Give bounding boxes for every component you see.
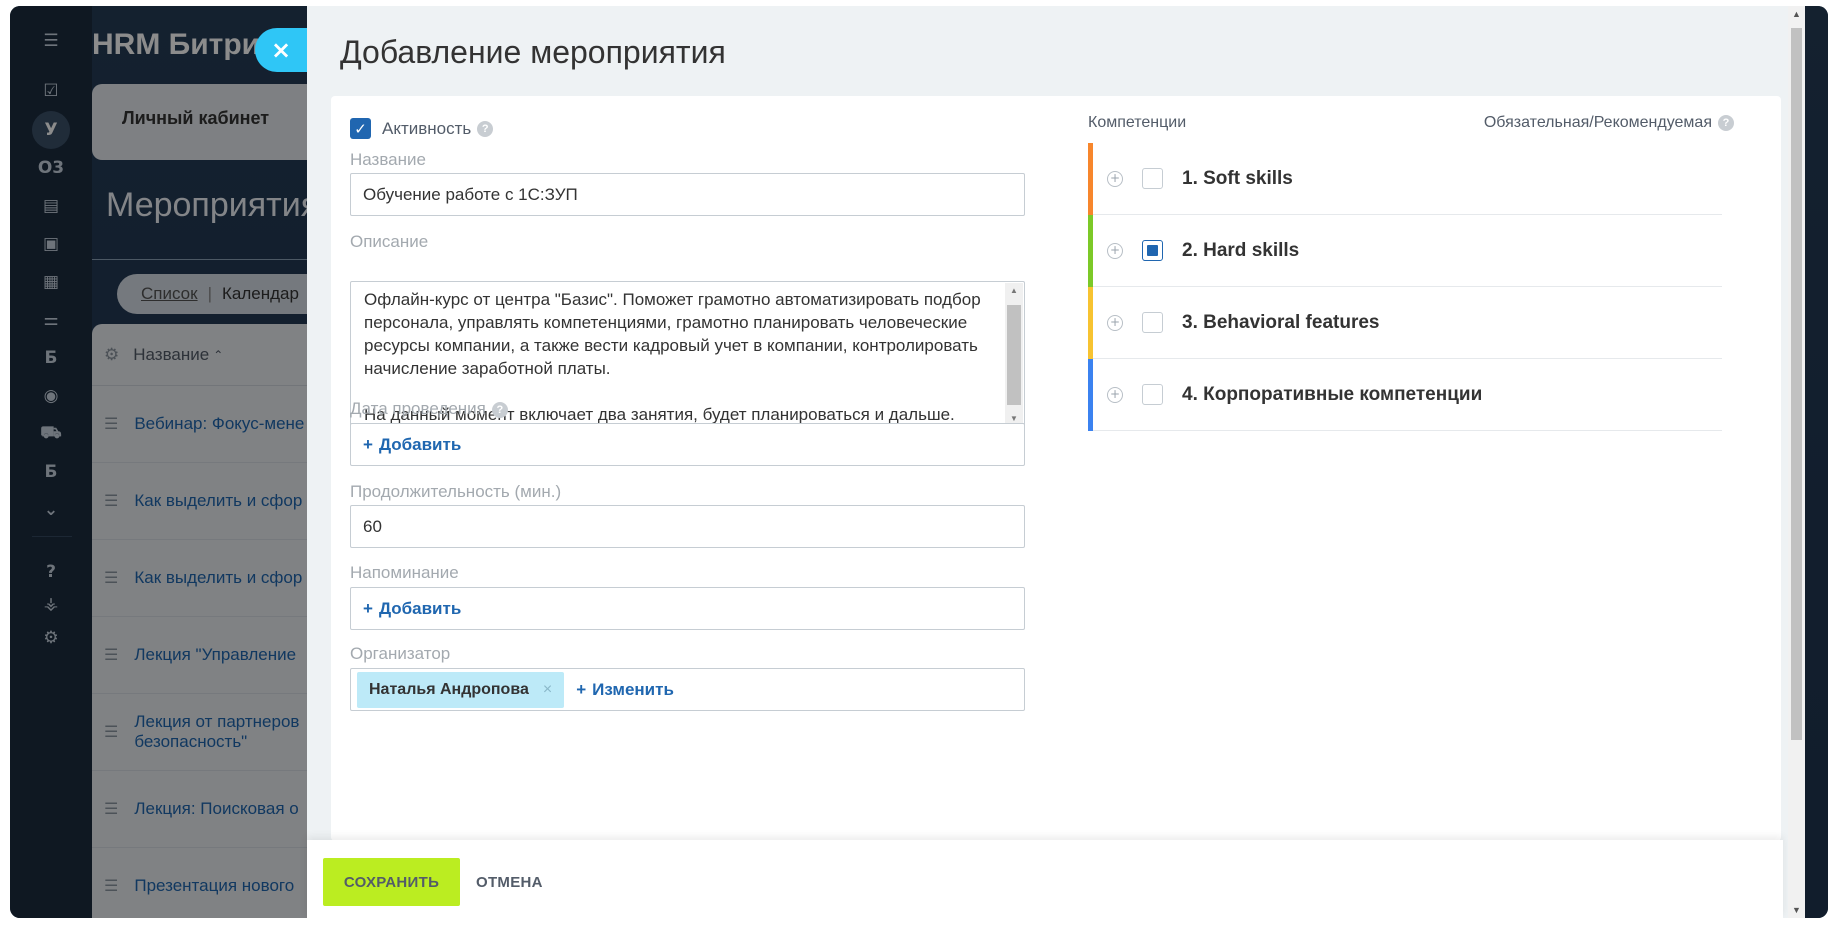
scroll-up-arrow[interactable]: ▲ [1788,6,1805,22]
scroll-thumb[interactable] [1791,28,1802,740]
competency-row[interactable]: + 2. Hard skills [1088,215,1722,287]
scroll-thumb[interactable] [1007,305,1021,405]
plus-icon: + [576,679,587,699]
organizer-change-link[interactable]: + Изменить [576,680,674,700]
activity-label: Активность [382,118,472,138]
competency-color-stripe [1088,287,1093,359]
dialog-footer: СОХРАНИТЬ ОТМЕНА [307,840,1783,918]
date-add-label: Добавить [378,435,462,454]
name-label: Название [350,150,426,169]
save-button[interactable]: СОХРАНИТЬ [323,858,460,906]
description-label: Описание [350,232,429,251]
reminder-add-label: Добавить [378,599,462,618]
competency-row[interactable]: + 4. Корпоративные компетенции [1088,359,1722,431]
help-icon[interactable]: ? [1718,114,1734,131]
organizer-name: Наталья Андропова [369,680,529,698]
duration-input[interactable]: 60 [350,505,1025,548]
help-icon[interactable]: ? [491,401,508,418]
close-slider-button[interactable]: × [255,28,315,72]
expand-icon[interactable]: + [1107,386,1123,403]
scroll-down-arrow[interactable]: ▼ [1788,902,1805,918]
required-recommended-text: Обязательная/Рекомендуемая [1483,114,1712,131]
competency-row[interactable]: + 3. Behavioral features [1088,287,1722,359]
competency-checkbox[interactable] [1142,312,1163,333]
competency-checkbox[interactable] [1142,168,1163,189]
description-scrollbar[interactable]: ▲ ▼ [1005,283,1023,427]
organizer-label: Организатор [350,644,451,663]
reminder-label: Напоминание [350,563,459,582]
organizer-tag[interactable]: Наталья Андропова × [357,671,565,708]
add-event-slider: Добавление мероприятия ✓ Активность ? На… [307,6,1805,918]
expand-icon[interactable]: + [1107,170,1123,187]
date-label-row: Дата проведения? [350,399,508,419]
competency-checkbox[interactable] [1142,240,1163,261]
competencies-header: Компетенции Обязательная/Рекомендуемая? [1088,114,1734,132]
competency-checkbox[interactable] [1142,384,1163,405]
scroll-up-arrow[interactable]: ▲ [1005,283,1023,299]
competency-name: 2. Hard skills [1182,239,1300,261]
competencies-title: Компетенции [1088,114,1187,131]
help-icon[interactable]: ? [477,120,494,137]
competency-name: 3. Behavioral features [1182,311,1380,333]
reminder-add-link[interactable]: + Добавить [363,599,461,618]
competency-name: 4. Корпоративные компетенции [1182,383,1483,405]
activity-checkbox[interactable]: ✓ [350,118,371,139]
date-add-link[interactable]: + Добавить [363,435,461,454]
date-label: Дата проведения [350,399,486,418]
page-scrollbar[interactable]: ▲ ▼ [1788,6,1805,918]
activity-checkbox-row: ✓ Активность ? [350,118,494,139]
expand-icon[interactable]: + [1107,242,1123,259]
dialog-title: Добавление мероприятия [340,34,726,70]
competency-name: 1. Soft skills [1182,167,1293,189]
competency-color-stripe [1088,143,1093,215]
plus-icon: + [363,435,373,454]
cancel-button[interactable]: ОТМЕНА [476,858,543,906]
window-frame: ☰ ☑ У О3 ▤ ▣ ▦ ⚌ Б ◉ ⛟ Б ⌄ ? ⚶ ⚙ HRM Бит… [10,6,1828,918]
date-field: + Добавить [350,423,1025,466]
plus-icon: + [363,599,373,618]
name-input[interactable]: Обучение работе с 1С:ЗУП [350,173,1025,216]
expand-icon[interactable]: + [1107,314,1123,331]
competency-color-stripe [1088,215,1093,287]
remove-tag-icon[interactable]: × [543,681,552,699]
form-card: ✓ Активность ? Название Обучение работе … [331,96,1781,841]
reminder-field: + Добавить [350,587,1025,630]
required-recommended-label: Обязательная/Рекомендуемая? [1484,114,1734,132]
organizer-field: Наталья Андропова × + Изменить [350,668,1025,711]
organizer-change-label: Изменить [592,679,674,699]
competency-row[interactable]: + 1. Soft skills [1088,143,1722,215]
competency-color-stripe [1088,359,1093,431]
close-icon: × [271,36,292,64]
duration-label: Продолжительность (мин.) [350,482,562,501]
